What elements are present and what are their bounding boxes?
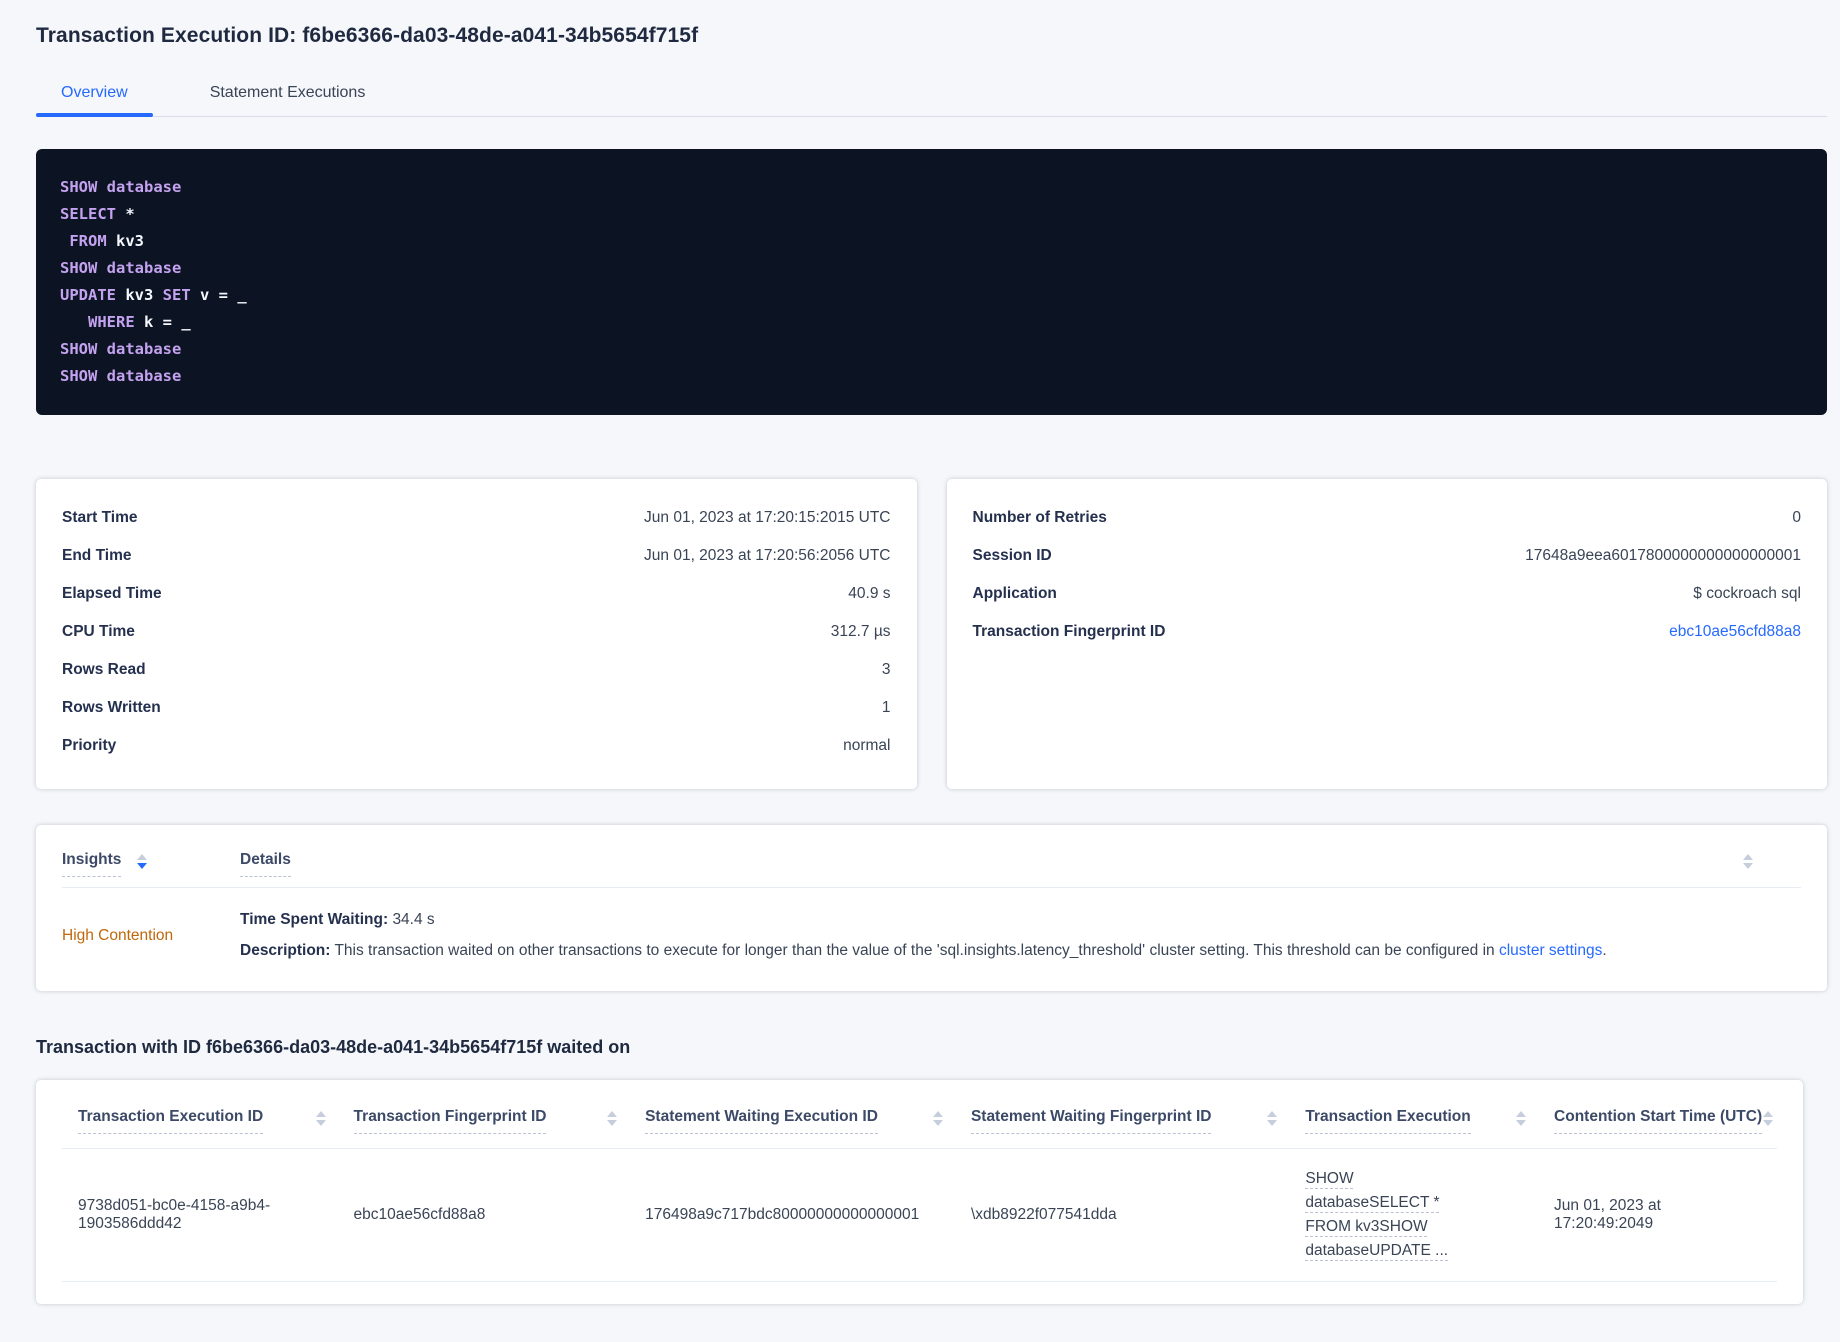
sql-code-block: SHOW database SELECT * FROM kv3 SHOW datab… <box>36 149 1827 415</box>
stat-label: CPU Time <box>62 623 135 640</box>
page-title: Transaction Execution ID: f6be6366-da03-… <box>36 24 699 47</box>
stat-value: Jun 01, 2023 at 17:20:56:2056 UTC <box>644 547 891 564</box>
stat-row: CPU Time 312.7 µs <box>62 613 891 651</box>
stat-value: 3 <box>881 661 891 678</box>
stat-row: Number of Retries 0 <box>973 499 1802 537</box>
sql-code-line: SELECT * <box>60 205 135 223</box>
waited-column-header: Transaction Execution <box>1305 1094 1555 1150</box>
waited-column-label[interactable]: Transaction Execution <box>1305 1108 1471 1135</box>
sql-code-line: WHERE k = _ <box>88 313 191 331</box>
sql-code-line: SHOW database <box>60 367 182 385</box>
insight-type-badge: High Contention <box>62 926 174 944</box>
waited-on-card: Transaction Execution ID Transaction Fing… <box>36 1080 1803 1305</box>
summary-card-session: Number of Retries 0 Session ID 17648a9eea60… <box>946 479 1827 789</box>
waited-table-body: 9738d051-bc0e-4158-a9b4-1903586ddd42 ebc1… <box>62 1148 1777 1283</box>
stat-label: Start Time <box>62 509 138 526</box>
tab-statement-executions[interactable]: Statement Executions <box>185 74 391 116</box>
stat-label: Rows Written <box>62 699 161 716</box>
waited-table-header-row: Transaction Execution ID Transaction Fing… <box>62 1094 1777 1150</box>
stat-label: Transaction Fingerprint ID <box>972 623 1166 640</box>
stat-value: 0 <box>1792 509 1801 526</box>
stat-value: 1 <box>881 699 891 716</box>
stat-row: Elapsed Time 40.9 s <box>62 575 891 613</box>
waited-column-header: Transaction Fingerprint ID <box>353 1094 646 1150</box>
sort-icon[interactable] <box>1516 1111 1527 1127</box>
stat-value: 40.9 s <box>848 585 891 602</box>
cell-transaction-execution-id: 9738d051-bc0e-4158-a9b4-1903586ddd42 <box>62 1148 354 1283</box>
sort-icon[interactable] <box>1743 854 1753 869</box>
sql-code-line: FROM kv3 <box>69 232 144 250</box>
cell-transaction-fingerprint-id: ebc10ae56cfd88a8 <box>353 1148 646 1283</box>
waiting-time-label: Time Spent Waiting: <box>240 911 389 928</box>
stat-row: Priority normal <box>62 727 891 765</box>
insights-card: Insights Details High Contention Time Sp… <box>36 825 1827 992</box>
details-column-label[interactable]: Details <box>240 851 291 877</box>
sort-icon[interactable] <box>607 1111 618 1127</box>
transaction-details-page: Transaction Execution ID: f6be6366-da03-… <box>0 24 1840 1320</box>
transaction-execution-link[interactable]: SHOW databaseSELECT * FROM kv3SHOW datab… <box>1305 1167 1480 1263</box>
waited-column-label[interactable]: Contention Start Time (UTC) <box>1554 1108 1763 1135</box>
stat-label: End Time <box>62 547 132 564</box>
stat-label: Number of Retries <box>972 509 1107 526</box>
stat-label: Rows Read <box>62 661 146 678</box>
stat-label: Priority <box>62 737 117 754</box>
insights-column-header: Insights <box>62 851 240 877</box>
cell-contention-start-time: Jun 01, 2023 at 17:20:49:2049 <box>1554 1148 1777 1283</box>
stat-label: Application <box>972 585 1057 602</box>
tab-bar: Overview Statement Executions <box>36 74 1827 117</box>
sort-icon[interactable] <box>315 1111 326 1127</box>
waited-on-heading: Transaction with ID f6be6366-da03-48de-a… <box>36 1037 631 1058</box>
table-row: 9738d051-bc0e-4158-a9b4-1903586ddd42 ebc1… <box>62 1148 1777 1283</box>
waited-column-header: Transaction Execution ID <box>62 1094 354 1150</box>
stat-row: Start Time Jun 01, 2023 at 17:20:15:2015 … <box>62 499 891 537</box>
stat-row: End Time Jun 01, 2023 at 17:20:56:2056 UT… <box>62 537 891 575</box>
stat-value: Jun 01, 2023 at 17:20:15:2015 UTC <box>644 509 891 526</box>
sort-icon[interactable] <box>932 1111 943 1127</box>
cell-statement-waiting-execution-id: 176498a9c717bdc80000000000000001 <box>645 1148 971 1283</box>
sql-code-line: SHOW database <box>60 340 182 358</box>
waited-column-label[interactable]: Statement Waiting Fingerprint ID <box>970 1108 1212 1135</box>
summary-cards-row: Start Time Jun 01, 2023 at 17:20:15:2015 … <box>36 479 1827 789</box>
waited-column-header: Statement Waiting Execution ID <box>645 1094 971 1150</box>
sql-code-line: SHOW database <box>60 178 182 196</box>
tab-overview[interactable]: Overview <box>36 74 153 117</box>
stat-row: Session ID 17648a9eea60178000000000000000… <box>973 537 1802 575</box>
stat-value: $ cockroach sql <box>1693 585 1801 602</box>
waited-column-label[interactable]: Transaction Execution ID <box>78 1108 264 1135</box>
stat-row: Rows Read 3 <box>62 651 891 689</box>
insight-details: Time Spent Waiting: 34.4 s Description: … <box>240 911 1607 960</box>
cluster-settings-link[interactable]: cluster settings <box>1499 942 1602 959</box>
sort-icon[interactable] <box>137 854 148 869</box>
waited-column-header: Contention Start Time (UTC) <box>1554 1094 1777 1150</box>
stat-row: Rows Written 1 <box>62 689 891 727</box>
stat-value: normal <box>843 737 891 754</box>
stat-row: Application $ cockroach sql <box>973 575 1802 613</box>
sql-code-line: UPDATE kv3 SET v = _ <box>60 286 247 304</box>
stat-value: 17648a9eea6017800000000000000001 <box>1525 547 1801 564</box>
stat-value: 312.7 µs <box>830 623 891 640</box>
stat-value-link[interactable]: ebc10ae56cfd88a8 <box>1669 623 1801 641</box>
waited-column-label[interactable]: Statement Waiting Execution ID <box>645 1108 878 1135</box>
description-label: Description: <box>240 942 331 960</box>
insights-table-header: Insights Details <box>62 843 1801 877</box>
waited-column-label[interactable]: Transaction Fingerprint ID <box>353 1108 547 1135</box>
sort-icon[interactable] <box>1763 1111 1773 1127</box>
waiting-time-value: 34.4 s <box>392 911 435 928</box>
cell-transaction-execution: SHOW databaseSELECT * FROM kv3SHOW datab… <box>1305 1148 1555 1283</box>
waited-on-table: Transaction Execution ID Transaction Fing… <box>62 1094 1777 1283</box>
waited-column-header: Statement Waiting Fingerprint ID <box>970 1094 1306 1150</box>
stat-row: Transaction Fingerprint ID ebc10ae56cfd88… <box>973 613 1802 651</box>
cell-statement-waiting-fingerprint-id: \xdb8922f077541dda <box>970 1148 1306 1283</box>
stat-label: Session ID <box>972 547 1052 564</box>
insights-column-label[interactable]: Insights <box>62 851 122 877</box>
insight-row: High Contention Time Spent Waiting: 34.4… <box>62 888 1801 991</box>
description-text: This transaction waited on other transac… <box>334 942 1499 960</box>
summary-card-timing: Start Time Jun 01, 2023 at 17:20:15:2015 … <box>36 479 917 789</box>
sort-icon[interactable] <box>1267 1111 1278 1127</box>
sql-code-line: SHOW database <box>60 259 182 277</box>
stat-label: Elapsed Time <box>62 585 162 602</box>
